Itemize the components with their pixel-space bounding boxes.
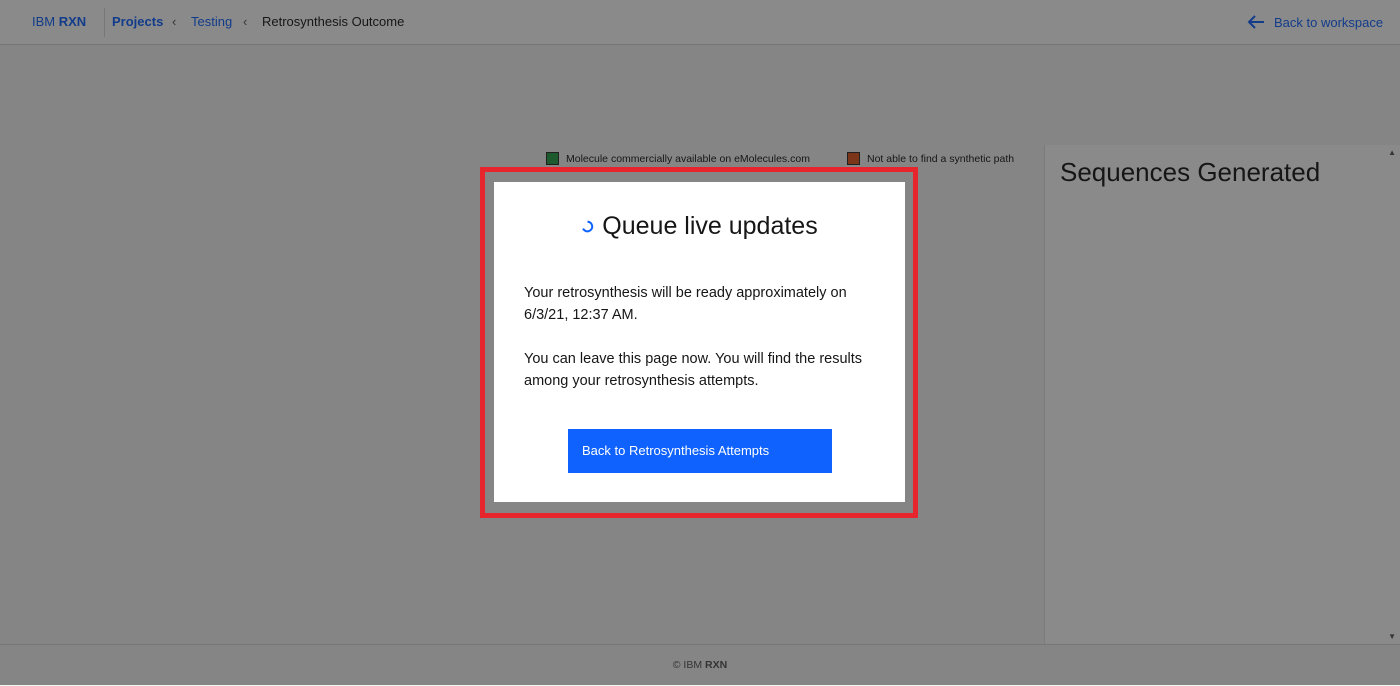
queue-updates-modal: Queue live updates Your retrosynthesis w… [494,182,905,502]
loading-spinner-icon [582,220,594,233]
modal-title: Queue live updates [602,212,818,240]
back-to-retrosynthesis-attempts-button[interactable]: Back to Retrosynthesis Attempts [568,429,832,473]
modal-heading: Queue live updates [494,212,905,241]
leave-page-message: You can leave this page now. You will fi… [524,351,863,389]
ready-time-message: Your retrosynthesis will be ready approx… [524,285,847,323]
